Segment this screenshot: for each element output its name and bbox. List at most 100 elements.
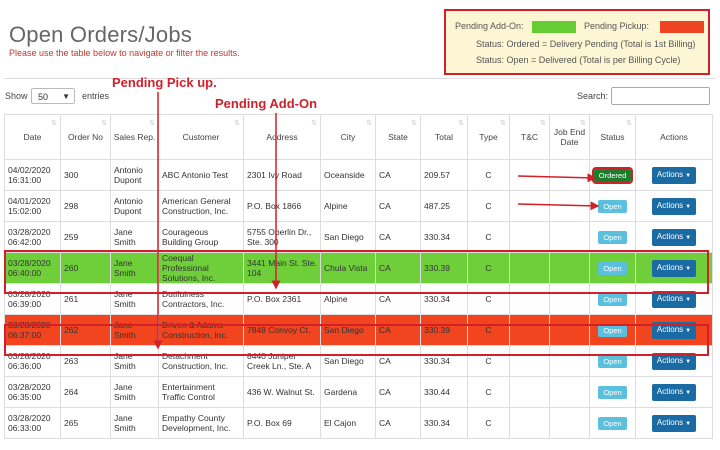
actions-button[interactable]: Actions ▼ <box>651 259 697 277</box>
cell-status: Open <box>589 283 636 315</box>
legend-ordered-note: Status: Ordered = Delivery Pending (Tota… <box>476 39 696 49</box>
actions-button[interactable]: Actions ▼ <box>651 228 697 246</box>
actions-button[interactable]: Actions ▼ <box>651 414 697 432</box>
cell-customer: Courageous Building Group <box>158 221 244 253</box>
search-input[interactable] <box>611 87 710 105</box>
cell-city: San Diego <box>320 345 376 377</box>
chevron-down-icon: ▼ <box>62 92 70 101</box>
table-row[interactable]: 03/28/2020 06:40:00 260 Jane Smith Coequal … <box>4 252 713 284</box>
cell-tc <box>509 221 550 253</box>
status-badge: Open <box>598 292 627 306</box>
table-row[interactable]: 04/01/2020 15:02:00 298 Antonio Dupont Amer… <box>4 190 713 222</box>
cell-end <box>549 190 590 222</box>
actions-button[interactable]: Actions ▼ <box>651 197 697 215</box>
cell-status: Open <box>589 345 636 377</box>
cell-state: CA <box>375 376 421 408</box>
cell-customer: ABC Antonio Test <box>158 159 244 191</box>
caret-down-icon: ▼ <box>685 389 692 396</box>
column-header-label: State <box>388 132 408 142</box>
table-row[interactable]: 03/28/2020 06:33:00 265 Jane Smith Empathy … <box>4 407 713 439</box>
cell-type: C <box>467 407 510 439</box>
actions-button[interactable]: Actions ▼ <box>651 290 697 308</box>
sort-icon: ⇅ <box>626 120 632 127</box>
table-row[interactable]: 03/28/2020 06:36:00 263 Jane Smith Detachme… <box>4 345 713 377</box>
cell-actions: Actions ▼ <box>635 159 713 191</box>
sort-icon: ⇅ <box>411 120 417 127</box>
column-header[interactable]: T&C ⇅ <box>509 114 550 160</box>
cell-end <box>549 345 590 377</box>
cell-address: P.O. Box 2361 <box>243 283 321 315</box>
entries-label: entries <box>82 91 110 101</box>
cell-customer: American General Construction, Inc. <box>158 190 244 222</box>
column-header[interactable]: State ⇅ <box>375 114 421 160</box>
page-size-value: 50 <box>38 92 49 102</box>
actions-button[interactable]: Actions ▼ <box>651 166 697 184</box>
column-header-label: T&C <box>521 132 538 142</box>
cell-status: Open <box>589 314 636 346</box>
cell-customer: Coequal Professional Solutions, Inc. <box>158 252 244 284</box>
table-row[interactable]: 03/28/2020 06:39:00 261 Jane Smith Dutifuln… <box>4 283 713 315</box>
actions-button-label: Actions <box>656 355 684 365</box>
table-row[interactable]: 04/02/2020 16:31:00 300 Antonio Dupont ABC … <box>4 159 713 191</box>
cell-date: 04/01/2020 15:02:00 <box>4 190 61 222</box>
column-header[interactable]: Type ⇅ <box>467 114 510 160</box>
status-legend: Pending Add-On: Pending Pickup: Status: … <box>444 9 710 75</box>
column-header-label: Address <box>266 132 298 142</box>
cell-tc <box>509 314 550 346</box>
cell-end <box>549 221 590 253</box>
column-header[interactable]: Order No ⇅ <box>60 114 111 160</box>
column-header[interactable]: Status ⇅ <box>589 114 636 160</box>
actions-button-label: Actions <box>656 324 684 334</box>
cell-state: CA <box>375 221 421 253</box>
actions-button[interactable]: Actions ▼ <box>651 321 697 339</box>
column-header-label: Total <box>435 132 453 142</box>
cell-actions: Actions ▼ <box>635 283 713 315</box>
cell-rep: Jane Smith <box>110 345 159 377</box>
cell-city: Oceanside <box>320 159 376 191</box>
column-header[interactable]: City ⇅ <box>320 114 376 160</box>
column-header[interactable]: Job End Date ⇅ <box>549 114 590 160</box>
cell-actions: Actions ▼ <box>635 314 713 346</box>
cell-address: P.O. Box 1866 <box>243 190 321 222</box>
caret-down-icon: ▼ <box>685 327 692 334</box>
table-row[interactable]: 03/28/2020 06:37:00 262 Jane Smith Driven &… <box>4 314 713 346</box>
cell-date: 03/28/2020 06:37:00 <box>4 314 61 346</box>
cell-customer: Dutifulness Contractors, Inc. <box>158 283 244 315</box>
sort-icon: ⇅ <box>540 120 546 127</box>
column-header[interactable]: Total ⇅ <box>420 114 468 160</box>
cell-city: El Cajon <box>320 407 376 439</box>
cell-tc <box>509 159 550 191</box>
cell-order: 265 <box>60 407 111 439</box>
column-header[interactable]: Address ⇅ <box>243 114 321 160</box>
page-title: Open Orders/Jobs <box>9 22 192 47</box>
cell-actions: Actions ▼ <box>635 345 713 377</box>
cell-status: Open <box>589 190 636 222</box>
legend-pending-addon-label: Pending Add-On: <box>455 21 524 31</box>
caret-down-icon: ▼ <box>685 234 692 241</box>
cell-address: 8440 Juniper Creek Ln., Ste. A <box>243 345 321 377</box>
legend-pending-pickup-label: Pending Pickup: <box>584 21 650 31</box>
column-header[interactable]: Customer ⇅ <box>158 114 244 160</box>
cell-date: 03/28/2020 06:33:00 <box>4 407 61 439</box>
cell-type: C <box>467 345 510 377</box>
actions-button-label: Actions <box>656 293 684 303</box>
table-row[interactable]: 03/28/2020 06:35:00 264 Jane Smith Entertai… <box>4 376 713 408</box>
table-row[interactable]: 03/28/2020 06:42:00 259 Jane Smith Courageo… <box>4 221 713 253</box>
legend-addon-swatch <box>532 21 576 33</box>
cell-total: 330.39 <box>420 314 468 346</box>
page-size-select[interactable]: 50 ▼ <box>31 88 75 104</box>
cell-state: CA <box>375 345 421 377</box>
column-header[interactable]: Actions <box>635 114 713 160</box>
column-header[interactable]: Date ⇅ <box>4 114 61 160</box>
column-header-label: Order No <box>68 132 103 142</box>
actions-button[interactable]: Actions ▼ <box>651 352 697 370</box>
legend-pickup-swatch <box>660 21 704 33</box>
cell-actions: Actions ▼ <box>635 190 713 222</box>
column-header-label: Customer <box>182 132 220 142</box>
cell-state: CA <box>375 407 421 439</box>
column-header[interactable]: Sales Rep. ⇅ <box>110 114 159 160</box>
actions-button[interactable]: Actions ▼ <box>651 383 697 401</box>
column-header-label: Type <box>479 132 498 142</box>
pending-pickup-annotation: Pending Pick up. <box>112 75 217 90</box>
caret-down-icon: ▼ <box>685 203 692 210</box>
